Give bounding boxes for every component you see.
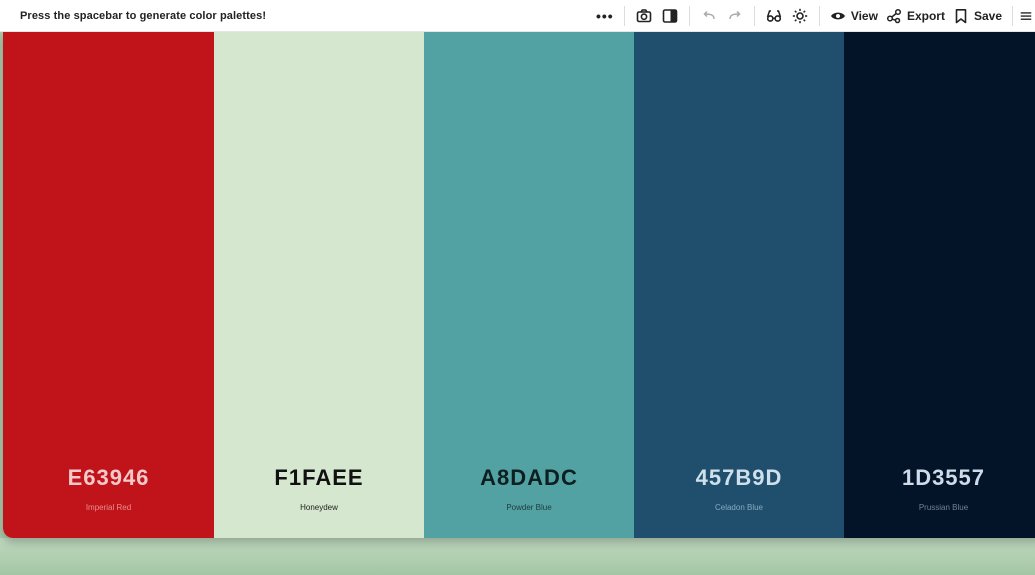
swatch-color-name[interactable]: Imperial Red: [86, 503, 131, 512]
glasses-icon: [766, 9, 782, 22]
color-swatch-powder-blue[interactable]: A8DADC Powder Blue: [424, 32, 634, 538]
swatch-hex-code[interactable]: 457B9D: [696, 465, 783, 491]
swatch-color-name[interactable]: Celadon Blue: [715, 503, 763, 512]
top-toolbar: Press the spacebar to generate color pal…: [0, 0, 1035, 32]
bookmark-icon: [955, 8, 967, 23]
divider: [623, 5, 625, 26]
swatch-color-name[interactable]: Honeydew: [300, 503, 338, 512]
export-label: Export: [906, 8, 945, 23]
swatch-hex-code[interactable]: A8DADC: [480, 465, 578, 491]
menu-button[interactable]: [1019, 4, 1035, 28]
swatch-hex-code[interactable]: F1FAEE: [274, 465, 363, 491]
palette-container: E63946 Imperial Red F1FAEE Honeydew A8DA…: [3, 32, 1035, 538]
eye-icon: [830, 12, 845, 19]
color-swatch-honeydew[interactable]: F1FAEE Honeydew: [214, 32, 424, 538]
background-strip: [0, 538, 1035, 575]
camera-icon: [636, 8, 652, 22]
hamburger-menu-icon: [1020, 11, 1032, 20]
save-label: Save: [973, 8, 1002, 23]
redo-button[interactable]: [722, 4, 748, 28]
save-button[interactable]: Save: [949, 4, 1006, 28]
divider: [1012, 5, 1013, 26]
undo-icon: [703, 10, 715, 19]
sun-icon: [792, 8, 808, 23]
color-swatch-imperial-red[interactable]: E63946 Imperial Red: [3, 32, 214, 538]
swatch-color-name[interactable]: Prussian Blue: [919, 503, 968, 512]
color-swatch-prussian-blue[interactable]: 1D3557 Prussian Blue: [844, 32, 1035, 538]
color-blindness-button[interactable]: [761, 4, 787, 28]
swatch-hex-code[interactable]: 1D3557: [902, 465, 985, 491]
swatch-hex-code[interactable]: E63946: [68, 465, 150, 491]
spacebar-hint: Press the spacebar to generate color pal…: [20, 9, 267, 22]
color-swatch-celadon-blue[interactable]: 457B9D Celadon Blue: [634, 32, 844, 538]
view-label: View: [850, 8, 878, 23]
camera-button[interactable]: [631, 4, 657, 28]
share-nodes-icon: [886, 8, 902, 23]
redo-icon: [729, 10, 741, 19]
export-button[interactable]: Export: [882, 4, 949, 28]
adjust-palette-button[interactable]: [787, 4, 813, 28]
divider: [818, 5, 820, 26]
view-button[interactable]: View: [826, 4, 882, 28]
undo-button[interactable]: [696, 4, 722, 28]
toolbar-actions: ••• View Export Save: [592, 0, 1035, 31]
divider: [753, 5, 755, 26]
swatch-color-name[interactable]: Powder Blue: [506, 503, 551, 512]
sidebar-toggle-button[interactable]: [657, 4, 683, 28]
divider: [688, 5, 690, 26]
more-options-button[interactable]: •••: [592, 4, 618, 28]
sidebar-panel-icon: [662, 8, 678, 23]
